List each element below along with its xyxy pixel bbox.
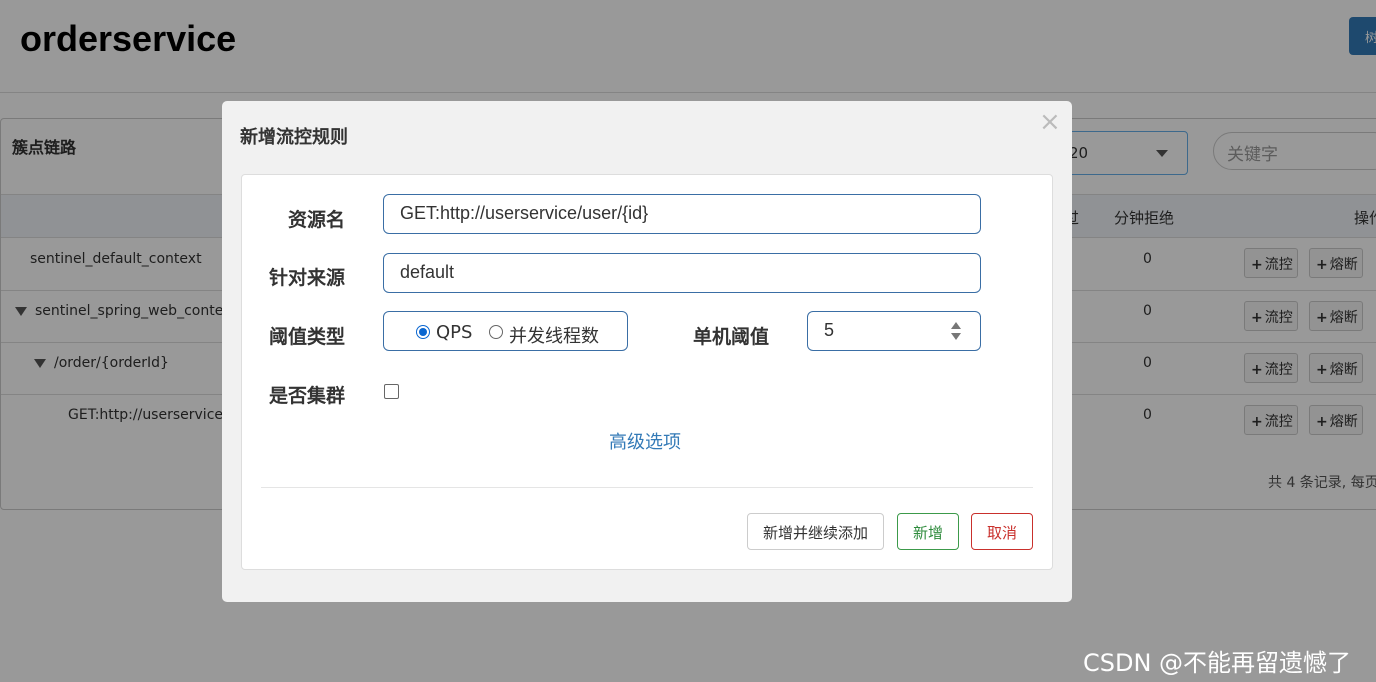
origin-input[interactable]: default bbox=[383, 253, 981, 293]
resource-name-label: 资源名 bbox=[288, 209, 346, 231]
qps-radio-label[interactable]: QPS bbox=[436, 322, 472, 343]
cluster-checkbox[interactable] bbox=[384, 384, 399, 399]
spin-up-icon[interactable] bbox=[951, 322, 961, 329]
qps-radio[interactable] bbox=[416, 325, 430, 339]
add-flow-rule-dialog: 新增流控规则 × 资源名 GET:http://userservice/user… bbox=[222, 101, 1072, 602]
csdn-watermark: CSDN @不能再留遗憾了 bbox=[1083, 649, 1352, 677]
form-divider bbox=[261, 487, 1033, 488]
resource-name-input[interactable]: GET:http://userservice/user/{id} bbox=[383, 194, 981, 234]
single-threshold-stepper[interactable]: 5 bbox=[807, 311, 981, 351]
origin-label: 针对来源 bbox=[269, 267, 346, 289]
thread-count-radio-label[interactable]: 并发线程数 bbox=[509, 322, 599, 348]
close-icon[interactable]: × bbox=[1039, 107, 1061, 137]
add-and-continue-button[interactable]: 新增并继续添加 bbox=[747, 513, 884, 550]
threshold-type-label: 阈值类型 bbox=[269, 326, 346, 348]
cancel-button[interactable]: 取消 bbox=[971, 513, 1033, 550]
single-threshold-label: 单机阈值 bbox=[693, 326, 770, 348]
add-button[interactable]: 新增 bbox=[897, 513, 959, 550]
thread-count-radio[interactable] bbox=[489, 325, 503, 339]
dialog-form: 资源名 GET:http://userservice/user/{id} 针对来… bbox=[241, 174, 1053, 570]
single-threshold-value: 5 bbox=[824, 320, 835, 340]
spin-down-icon[interactable] bbox=[951, 333, 961, 340]
dialog-title: 新增流控规则 bbox=[240, 127, 348, 148]
threshold-type-group: QPS 并发线程数 bbox=[383, 311, 628, 351]
cluster-label: 是否集群 bbox=[269, 385, 346, 407]
advanced-options-link[interactable]: 高级选项 bbox=[609, 428, 681, 454]
